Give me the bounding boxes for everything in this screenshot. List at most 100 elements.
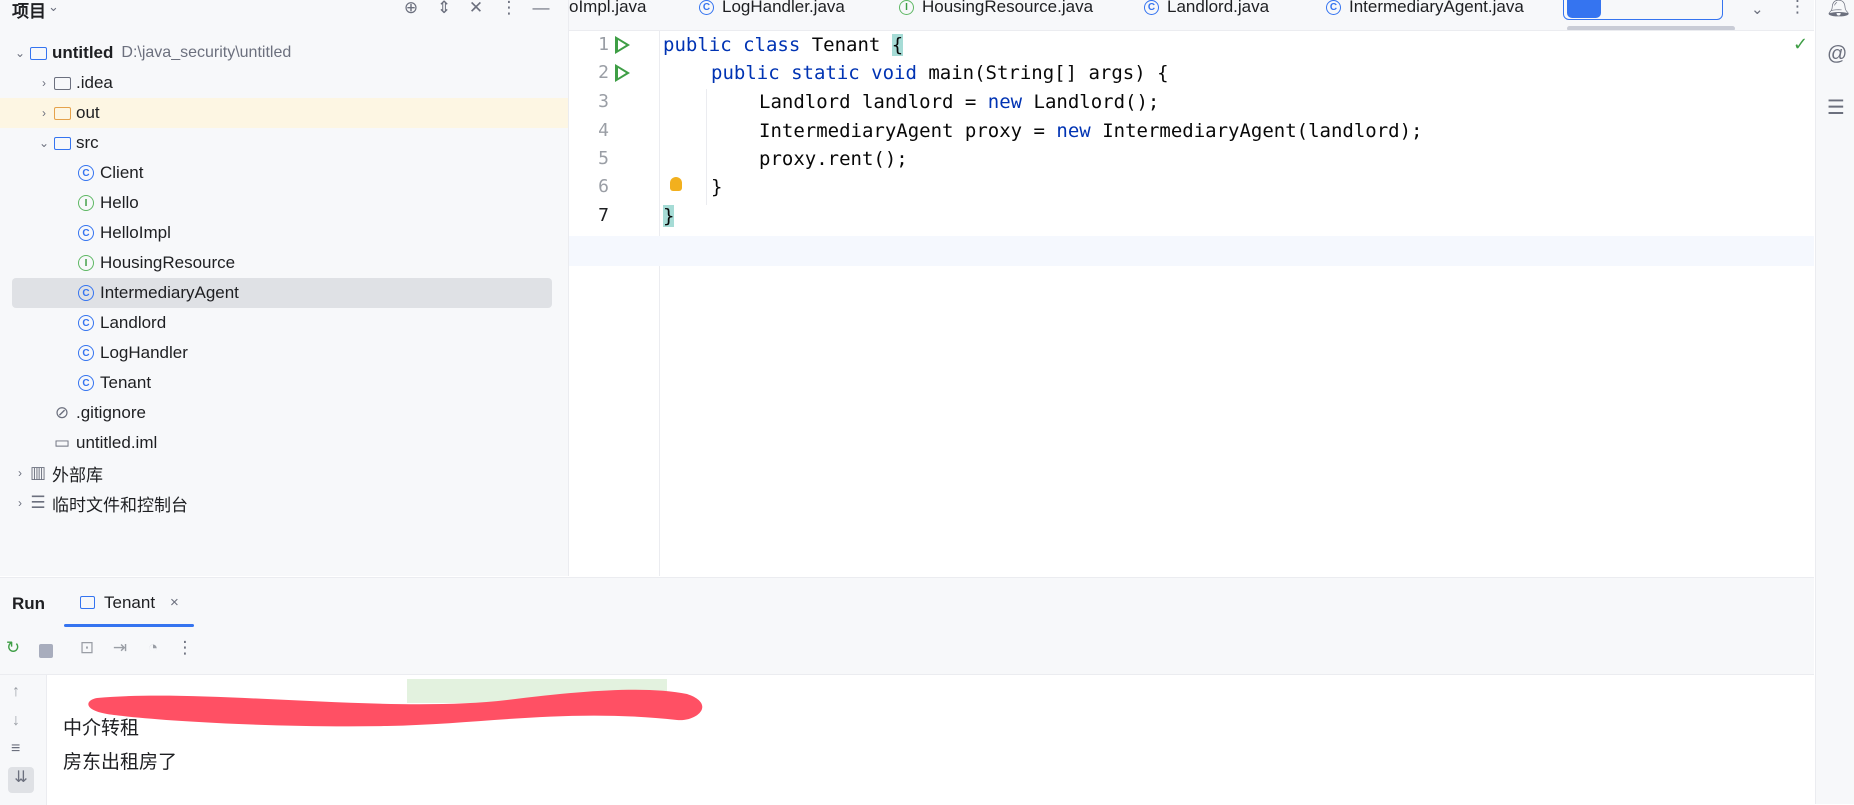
- editor-tab[interactable]: C IntermediaryAgent.java: [1326, 0, 1524, 17]
- tree-item-label: Landlord: [100, 313, 167, 332]
- run-tab-tenant[interactable]: Tenant ×: [64, 586, 194, 628]
- chevron-right-icon[interactable]: ›: [12, 496, 28, 510]
- tree-item-gitignore[interactable]: ⊘ .gitignore: [12, 398, 552, 428]
- run-panel: Run Tenant × ↻ ⊡ ⇥ ◔ ⋮ ↑ ↓ ≡ ⇊ 中介转租 房东出租…: [0, 577, 1814, 805]
- tree-item-hello[interactable]: I Hello: [12, 188, 552, 218]
- arrow-up-icon[interactable]: ↑: [12, 683, 20, 701]
- tree-item-label: Client: [100, 163, 144, 182]
- scratch-icon: ☰: [30, 493, 46, 512]
- line-number: 5: [598, 148, 609, 169]
- tree-item-label: 外部库: [52, 465, 103, 485]
- class-icon: C: [699, 0, 714, 15]
- code-line-5: proxy.rent();: [759, 148, 908, 170]
- editor-tab[interactable]: C Landlord.java: [1144, 0, 1269, 17]
- class-icon: C: [1144, 0, 1159, 15]
- tree-item-[interactable]: › ☰ 临时文件和控制台: [12, 488, 552, 518]
- tree-item-untitled[interactable]: ⌄ untitled D:\java_security\untitled: [12, 38, 552, 68]
- chevron-right-icon[interactable]: ›: [36, 106, 52, 120]
- tree-item-tenant[interactable]: C Tenant: [12, 368, 552, 398]
- chevron-right-icon[interactable]: ›: [12, 466, 28, 480]
- editor-tab[interactable]: oImpl.java: [569, 0, 646, 17]
- notifications-icon[interactable]: 🔔︎: [1826, 0, 1851, 19]
- tree-item-label: Tenant: [100, 373, 152, 392]
- class-icon: C: [76, 223, 96, 243]
- run-class-icon[interactable]: [615, 36, 630, 54]
- collapse-all-icon[interactable]: ✕: [465, 0, 487, 18]
- chevron-right-icon[interactable]: ›: [36, 76, 52, 90]
- editor-tab[interactable]: C LogHandler.java: [699, 0, 845, 17]
- locate-icon[interactable]: ⊕: [400, 0, 422, 18]
- code-line-7: }: [663, 205, 675, 227]
- plugin-logo-icon: [1567, 0, 1601, 18]
- line-number: 7: [598, 205, 609, 226]
- editor-gutter: 1 2 3 4 5 6 7: [569, 31, 660, 576]
- editor-tab-label: Landlord.java: [1167, 0, 1270, 16]
- right-tool-strip: 🔔︎ @ ☰: [1815, 0, 1854, 804]
- chevron-down-icon[interactable]: ⌄: [48, 0, 59, 15]
- tree-item-label: src: [76, 133, 99, 152]
- code-editor[interactable]: public class Tenant { public static void…: [569, 31, 1814, 576]
- inspection-ok-icon[interactable]: ✓: [1793, 34, 1808, 55]
- project-title[interactable]: 项目: [12, 0, 46, 22]
- tree-item-housingresource[interactable]: I HousingResource: [12, 248, 552, 278]
- tree-item-[interactable]: › ▥ 外部库: [12, 458, 552, 488]
- tree-item-out[interactable]: › out: [0, 98, 568, 128]
- console-line: 房东出租房了: [63, 751, 178, 773]
- code-line-4: IntermediaryAgent proxy = new Intermedia…: [759, 120, 1423, 142]
- close-icon[interactable]: ×: [170, 594, 179, 611]
- class-icon: C: [1326, 0, 1341, 15]
- arrow-down-icon[interactable]: ↓: [12, 712, 20, 730]
- chevron-down-icon[interactable]: ⌄: [12, 46, 28, 60]
- line-number: 4: [598, 120, 609, 141]
- run-toolbar: ↻ ⊡ ⇥ ◔ ⋮: [0, 628, 1814, 675]
- project-panel: 项目 ⌄ ⊕ ⇕ ✕ ⋮ — ⌄ untitled D:\java_security…: [0, 0, 569, 576]
- tree-item-src[interactable]: ⌄ src: [12, 128, 552, 158]
- more-options-icon[interactable]: ⋮: [174, 638, 196, 658]
- tree-item-landlord[interactable]: C Landlord: [12, 308, 552, 338]
- tree-item-idea[interactable]: › .idea: [12, 68, 552, 98]
- tab-list-chevron-icon[interactable]: ⌄: [1751, 0, 1764, 18]
- scroll-to-end-icon[interactable]: ⇊: [8, 767, 34, 793]
- tree-item-client[interactable]: C Client: [12, 158, 552, 188]
- minimize-icon[interactable]: —: [530, 0, 552, 18]
- editor-tab-label: LogHandler.java: [722, 0, 845, 16]
- gitignore-icon: ⊘: [54, 403, 70, 422]
- tree-item-loghandler[interactable]: C LogHandler: [12, 338, 552, 368]
- database-icon[interactable]: ☰: [1827, 95, 1845, 120]
- lightbulb-icon[interactable]: [670, 177, 682, 191]
- code-line-6: }: [711, 176, 723, 198]
- more-options-icon[interactable]: ⋮: [498, 0, 520, 18]
- restore-layout-icon[interactable]: ⇥: [109, 638, 131, 658]
- tree-item-intermediaryagent[interactable]: C IntermediaryAgent: [12, 278, 552, 308]
- profiler-icon[interactable]: ◔: [142, 638, 164, 658]
- editor-tab-label: IntermediaryAgent.java: [1349, 0, 1524, 16]
- chevron-down-icon[interactable]: ⌄: [36, 136, 52, 150]
- run-main-icon[interactable]: [615, 64, 630, 82]
- screenshot-icon[interactable]: ⊡: [76, 638, 98, 658]
- editor-tab-label: HousingResource.java: [922, 0, 1094, 16]
- indent-guide: [706, 89, 707, 205]
- tree-item-label: untitled.iml: [76, 433, 158, 452]
- tree-item-label: Hello: [100, 193, 139, 212]
- class-icon: C: [76, 283, 96, 303]
- tree-item-label: LogHandler: [100, 343, 188, 362]
- file-icon: ▭: [53, 433, 71, 452]
- stop-icon[interactable]: [39, 644, 53, 658]
- tree-item-label: 临时文件和控制台: [52, 495, 188, 515]
- tree-item-untitled-iml[interactable]: ▭ untitled.iml: [12, 428, 552, 458]
- editor-tab[interactable]: I HousingResource.java: [899, 0, 1093, 17]
- rerun-icon[interactable]: ↻: [2, 638, 24, 658]
- tree-item-label: untitled: [52, 43, 114, 62]
- tree-item-label: IntermediaryAgent: [100, 283, 239, 302]
- ai-assistant-icon[interactable]: @: [1827, 43, 1847, 66]
- tree-item-helloimpl[interactable]: C HelloImpl: [12, 218, 552, 248]
- line-number: 3: [598, 91, 609, 112]
- soft-wrap-icon[interactable]: ≡: [11, 740, 20, 758]
- code-line-2: public static void main(String[] args) {: [711, 62, 1169, 84]
- expand-all-icon[interactable]: ⇕: [433, 0, 455, 18]
- run-header: Run Tenant ×: [0, 578, 1814, 628]
- line-number: 1: [598, 34, 609, 55]
- console-output[interactable]: 中介转租 房东出租房了: [47, 675, 1814, 805]
- tab-more-icon[interactable]: ⋮: [1789, 0, 1806, 17]
- code-line-1: public class Tenant {: [663, 34, 904, 56]
